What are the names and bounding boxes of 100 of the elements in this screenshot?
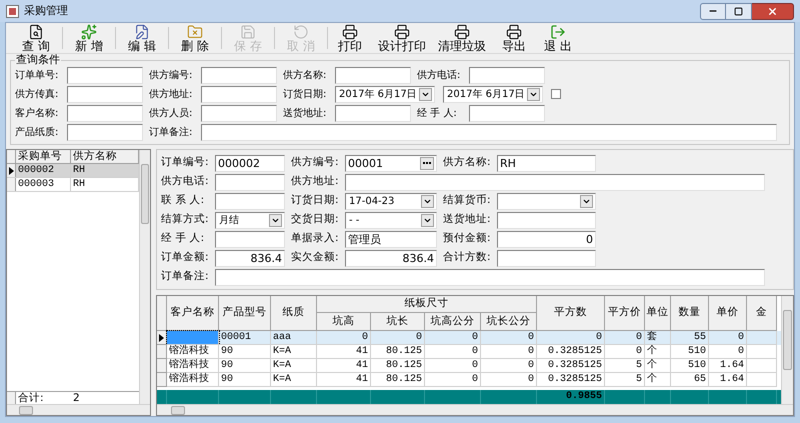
- field-label: 供方电话:: [417, 68, 462, 82]
- vertical-scrollbar[interactable]: [139, 150, 150, 404]
- input-field[interactable]: [497, 250, 596, 266]
- printer-icon: [506, 24, 522, 40]
- dropdown-field[interactable]: 17-04-23: [345, 192, 437, 210]
- lookup-field[interactable]: 00001: [345, 154, 437, 172]
- toolbar-button[interactable]: 导出: [492, 23, 536, 53]
- column-header[interactable]: 坑长公分: [481, 313, 537, 331]
- input-field[interactable]: [345, 174, 765, 190]
- column-header[interactable]: 坑高公分: [425, 313, 481, 331]
- table-cell: 个: [645, 373, 671, 387]
- column-header[interactable]: 数量: [671, 296, 709, 331]
- document-icon: [134, 24, 150, 40]
- field-label: 送货地址:: [442, 212, 492, 228]
- column-header[interactable]: 金: [747, 296, 777, 331]
- list-row[interactable]: 000003 RH: [7, 178, 139, 192]
- table-cell: 镕浩科技: [167, 373, 219, 387]
- vertical-scrollbar[interactable]: [781, 296, 793, 404]
- column-header[interactable]: 客户名称: [167, 296, 219, 331]
- field-label: 结算方式:: [160, 212, 210, 228]
- table-row[interactable]: 00001 aaa 0 0 0 0 0 0 套 55 0: [157, 331, 781, 345]
- table-cell: 1.64: [709, 373, 747, 387]
- field-label: 合计方数:: [442, 250, 492, 266]
- dropdown-field[interactable]: 月结: [215, 212, 285, 228]
- field-label: 经 手 人:: [417, 106, 458, 120]
- field-label: 单据录入:: [290, 231, 340, 246]
- input-field[interactable]: [67, 124, 143, 140]
- window-title: 采购管理: [24, 2, 69, 19]
- list-row[interactable]: 000002 RH: [7, 164, 139, 178]
- input-field[interactable]: RH: [497, 154, 596, 172]
- close-button[interactable]: [752, 2, 794, 20]
- header-corner: [157, 296, 167, 331]
- input-field[interactable]: [215, 268, 765, 286]
- input-field[interactable]: [469, 104, 545, 122]
- input-field[interactable]: [67, 66, 143, 84]
- input-field[interactable]: [215, 174, 285, 190]
- maximize-button[interactable]: [726, 2, 752, 20]
- row-header[interactable]: [157, 331, 167, 345]
- field-label: 交货日期:: [290, 212, 340, 228]
- ellipsis-icon[interactable]: [420, 156, 434, 170]
- checkbox[interactable]: [551, 89, 561, 99]
- input-field[interactable]: 836.4: [345, 250, 437, 266]
- input-field[interactable]: [335, 66, 411, 84]
- toolbar-button[interactable]: 新 增: [63, 23, 115, 53]
- field-label: 供方电话:: [160, 174, 210, 190]
- horizontal-scrollbar[interactable]: [7, 404, 150, 415]
- input-field[interactable]: [201, 104, 277, 122]
- table-cell: [167, 331, 219, 345]
- field-label: 产品纸质:: [15, 126, 60, 140]
- toolbar-button[interactable]: 打印: [328, 23, 372, 53]
- column-header[interactable]: 纸质: [271, 296, 317, 331]
- input-field[interactable]: [201, 66, 277, 84]
- column-header[interactable]: 坑高: [317, 313, 371, 331]
- table-cell: 90: [219, 373, 271, 387]
- column-header[interactable]: 平方价: [605, 296, 645, 331]
- dropdown-field[interactable]: - -: [345, 212, 437, 228]
- field-label: 订单编号:: [160, 155, 210, 170]
- input-field[interactable]: 836.4: [215, 250, 285, 266]
- input-field[interactable]: [67, 86, 143, 102]
- column-header[interactable]: 单位: [645, 296, 671, 331]
- input-field[interactable]: 管理员: [345, 230, 437, 248]
- field-label: 经 手 人:: [160, 231, 206, 246]
- table-cell: [747, 373, 777, 387]
- input-field[interactable]: [335, 104, 411, 122]
- column-header[interactable]: 单价: [709, 296, 747, 331]
- printer-icon: [342, 24, 358, 40]
- app-icon: [6, 4, 19, 18]
- date-picker[interactable]: 2017年 6月17日: [443, 86, 543, 102]
- toolbar-button[interactable]: 设计打印: [372, 23, 432, 53]
- field-label: 供方名称:: [442, 155, 492, 170]
- field-label: 预付金额:: [442, 231, 492, 246]
- date-picker[interactable]: 2017年 6月17日: [335, 86, 435, 102]
- horizontal-scrollbar[interactable]: [157, 404, 793, 415]
- input-field[interactable]: [215, 192, 285, 210]
- field-label: 订货日期:: [283, 88, 328, 102]
- toolbar-button[interactable]: 编 辑: [116, 23, 168, 53]
- field-label: 供方人员:: [149, 106, 194, 120]
- field-label: 供方名称:: [283, 68, 328, 82]
- toolbar-button[interactable]: 查 询: [10, 23, 62, 53]
- dropdown-field[interactable]: [497, 192, 596, 210]
- group-title: 查询条件: [15, 54, 61, 66]
- input-field[interactable]: [469, 66, 545, 84]
- column-header[interactable]: 坑长: [371, 313, 425, 331]
- column-header[interactable]: 产品型号: [219, 296, 271, 331]
- input-field[interactable]: [67, 104, 143, 122]
- input-field[interactable]: [201, 86, 277, 102]
- input-field[interactable]: 0: [497, 230, 596, 248]
- toolbar-button[interactable]: 清理垃圾: [432, 23, 492, 53]
- field-label: 供方编号:: [290, 155, 340, 170]
- column-header[interactable]: 平方数: [537, 296, 605, 331]
- table-cell: 0: [425, 373, 481, 387]
- input-field[interactable]: [201, 124, 777, 140]
- input-field[interactable]: 000002: [215, 154, 285, 172]
- column-header[interactable]: 采购单号: [16, 150, 71, 163]
- field-label: 供方编号:: [149, 68, 194, 82]
- input-field[interactable]: [497, 212, 596, 228]
- field-label: 送货地址:: [283, 106, 328, 120]
- input-field[interactable]: [215, 230, 285, 248]
- toolbar-button[interactable]: 删 除: [169, 23, 221, 53]
- toolbar-button[interactable]: 退 出: [536, 23, 580, 53]
